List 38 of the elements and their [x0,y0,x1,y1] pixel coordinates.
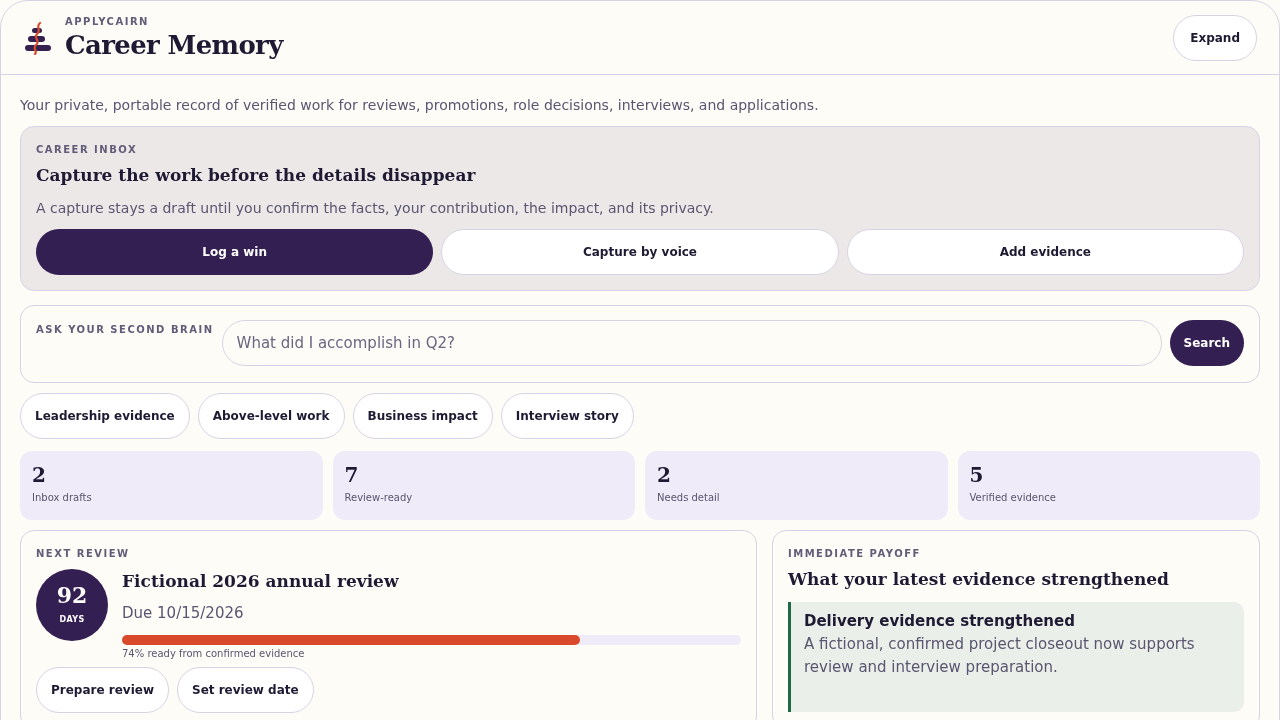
readiness-label: 74% ready from confirmed evidence [122,646,306,661]
capture-button[interactable]: Log a win [36,228,434,275]
stat-label: Needs detail [657,490,721,505]
days-count: 92 [56,583,88,606]
stat-value: 5 [969,462,985,488]
stat-value: 7 [344,462,360,488]
brand-name: APPLYCAIRN [65,14,150,29]
stat-label: Review-ready [344,490,414,505]
prompt-chip[interactable]: Above-level work [197,392,345,439]
inbox-eyebrow: CAREER INBOX [36,143,139,157]
cairn-logo-icon [23,20,53,55]
callout-title: Delivery evidence strengthened [804,611,1076,632]
prompt-chip[interactable]: Leadership evidence [20,392,190,439]
stat-value: 2 [657,462,672,488]
stat-label: Verified evidence [969,490,1057,505]
inbox-title: Capture the work before the details disappear [36,164,477,187]
capture-button[interactable]: Capture by voice [441,228,839,275]
stat-value: 2 [32,462,47,488]
prompt-chip[interactable]: Interview story [500,392,634,439]
payoff-eyebrow: IMMEDIATE PAYOFF [788,546,922,561]
review-title: Fictional 2026 annual review [122,569,400,593]
prompt-chip[interactable]: Business impact [352,392,493,439]
search-button[interactable]: Search [1169,319,1244,366]
intro-text: Your private, portable record of verified work for reviews, promotions, role decisions, interviews, and applications. [20,96,820,115]
days-label: DAYS [59,613,85,626]
expand-button[interactable]: Expand [1173,14,1257,61]
payoff-title: What your latest evidence strengthened [788,567,1170,591]
callout-text: A fictional, confirmed project closeout now supports review and interview preparation. [804,633,1196,678]
next-review-eyebrow: NEXT REVIEW [36,546,131,561]
stat-label: Inbox drafts [32,490,93,505]
ask-eyebrow: ASK YOUR SECOND BRAIN [36,322,214,337]
capture-button[interactable]: Add evidence [846,228,1244,275]
review-action-button[interactable]: Prepare review [36,666,169,713]
review-action-button[interactable]: Set review date [177,666,314,713]
inbox-description: A capture stays a draft until you confirm the facts, your contribution, the impact, and its privacy. [36,198,715,218]
page-title: Career Memory [65,28,283,62]
review-due-date: Due 10/15/2026 [122,603,245,624]
ask-input-field[interactable]: What did I accomplish in Q2? [221,319,1162,366]
